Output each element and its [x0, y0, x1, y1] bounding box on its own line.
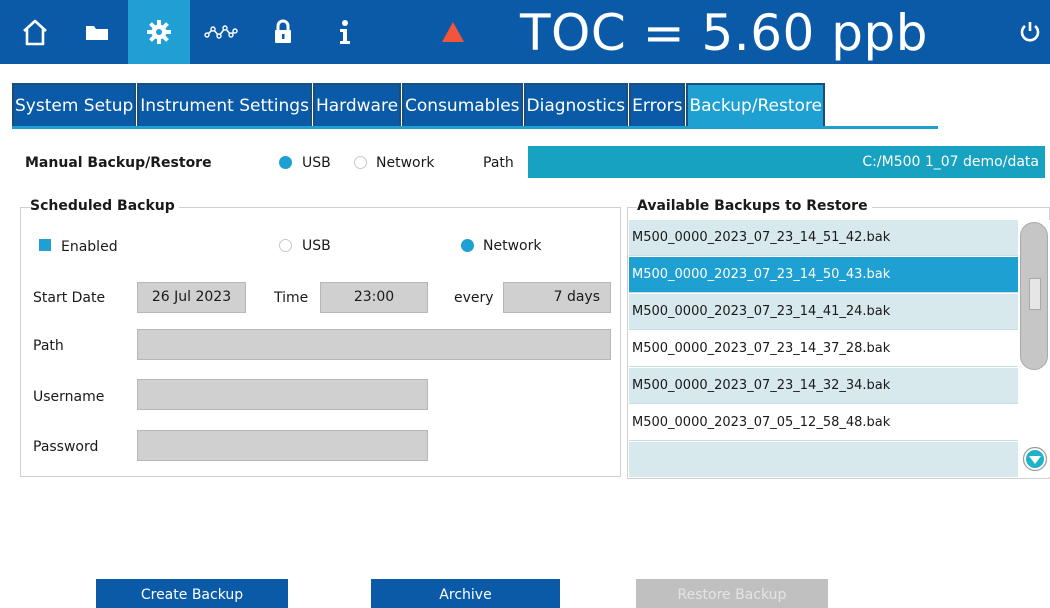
tab-diagnostics[interactable]: Diagnostics — [523, 83, 629, 127]
enabled-checkbox[interactable] — [39, 239, 51, 251]
tab-system-setup[interactable]: System Setup — [12, 83, 137, 127]
start-date-label: Start Date — [33, 290, 106, 306]
setup-button[interactable] — [128, 0, 190, 64]
time-label: Time — [274, 290, 309, 306]
info-button[interactable] — [314, 0, 376, 64]
home-icon — [23, 19, 47, 46]
available-backups-title: Available Backups to Restore — [637, 198, 872, 214]
list-item-selected[interactable]: M500_0000_2023_07_23_14_50_43.bak — [629, 257, 1018, 293]
info-icon — [340, 20, 350, 44]
scheduled-network-label: Network — [483, 238, 542, 254]
username-field[interactable] — [137, 379, 428, 410]
folder-icon — [86, 26, 108, 40]
scroll-thumb[interactable] — [1020, 222, 1048, 370]
tab-consumables[interactable]: Consumables — [402, 83, 523, 127]
scheduled-network-radio[interactable] — [461, 239, 474, 252]
scroll-down-button[interactable] — [1022, 446, 1048, 472]
start-date-field[interactable]: 26 Jul 2023 — [137, 282, 246, 313]
backup-list: M500_0000_2023_07_23_14_51_42.bak M500_0… — [629, 220, 1018, 477]
scheduled-usb-radio[interactable] — [279, 239, 292, 252]
enabled-label: Enabled — [61, 239, 118, 255]
list-item[interactable]: M500_0000_2023_07_23_14_41_24.bak — [629, 294, 1018, 330]
tab-underline — [12, 126, 938, 129]
toc-readout: TOC = 5.60 ppb — [520, 4, 928, 62]
scheduled-usb-label: USB — [302, 238, 331, 254]
password-field[interactable] — [137, 430, 428, 461]
list-item[interactable]: M500_0000_2023_07_23_14_32_34.bak — [629, 368, 1018, 404]
trend-graph-icon — [204, 25, 238, 39]
gear-icon — [147, 20, 171, 44]
home-button[interactable] — [4, 0, 66, 64]
backup-list-scrollbar[interactable] — [1018, 220, 1050, 477]
time-field[interactable]: 23:00 — [320, 282, 428, 313]
every-field[interactable]: 7 days — [503, 282, 611, 313]
list-item[interactable]: M500_0000_2023_07_23_14_37_28.bak — [629, 331, 1018, 367]
scheduled-path-field[interactable] — [137, 329, 611, 360]
scheduled-path-label: Path — [33, 338, 64, 354]
alarm-triangle-icon — [442, 22, 464, 42]
trends-button[interactable] — [190, 0, 252, 64]
power-icon — [1020, 22, 1040, 42]
password-label: Password — [33, 439, 99, 455]
username-label: Username — [33, 389, 105, 405]
every-label: every — [454, 290, 494, 306]
tab-backup-restore[interactable]: Backup/Restore — [686, 83, 826, 127]
top-navigation-bar: TOC = 5.60 ppb — [0, 0, 1050, 64]
manual-network-label: Network — [376, 155, 435, 171]
manual-usb-radio[interactable] — [279, 156, 292, 169]
power-button[interactable] — [1010, 0, 1050, 64]
tab-instrument-settings[interactable]: Instrument Settings — [137, 83, 312, 127]
security-button[interactable] — [252, 0, 314, 64]
tab-hardware[interactable]: Hardware — [312, 83, 402, 127]
settings-tabs: System Setup Instrument Settings Hardwar… — [12, 83, 826, 127]
alarm-button[interactable] — [422, 0, 484, 64]
manual-path-field[interactable]: C:/M500 1_07 demo/data — [528, 146, 1045, 178]
manual-backup-title: Manual Backup/Restore — [25, 155, 212, 171]
scroll-grip — [1029, 278, 1041, 310]
files-button[interactable] — [66, 0, 128, 64]
tab-errors[interactable]: Errors — [629, 83, 686, 127]
manual-path-label: Path — [483, 155, 514, 171]
list-item[interactable]: M500_0000_2023_07_05_12_58_48.bak — [629, 405, 1018, 441]
manual-usb-label: USB — [302, 155, 331, 171]
create-backup-button[interactable]: Create Backup — [96, 579, 288, 608]
list-item[interactable]: M500_0000_2023_07_23_14_51_42.bak — [629, 220, 1018, 256]
scroll-down-arrow-icon — [1022, 446, 1048, 472]
restore-backup-button[interactable]: Restore Backup — [636, 579, 828, 608]
archive-button[interactable]: Archive — [371, 579, 560, 608]
manual-network-radio[interactable] — [354, 156, 367, 169]
scheduled-backup-title: Scheduled Backup — [30, 198, 179, 214]
lock-icon — [275, 19, 291, 43]
list-item-empty — [629, 442, 1018, 477]
